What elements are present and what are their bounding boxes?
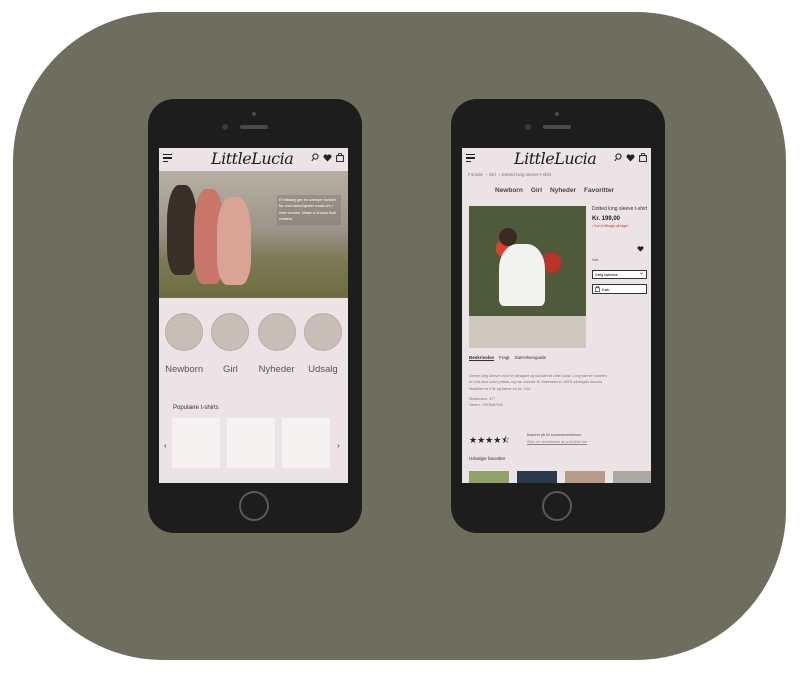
rating-info: Baseret på 54 kundeanmeldelser Skriv en … bbox=[527, 432, 587, 445]
category-image bbox=[257, 313, 296, 351]
stock-status: • Kun 6 tilbage på lager bbox=[592, 223, 629, 228]
tab-description[interactable]: Beskrivelse bbox=[469, 355, 494, 360]
category-nav: Newborn Girl Nyheder Favoritter bbox=[495, 187, 651, 194]
nav-nyheder[interactable]: Nyheder bbox=[550, 187, 576, 194]
home-button bbox=[542, 491, 572, 521]
product-description: Denne long sleeve t-shirt er designet og… bbox=[469, 373, 609, 412]
category-newborn[interactable]: Newborn bbox=[163, 313, 205, 375]
add-to-cart-label: Køb bbox=[602, 286, 610, 292]
add-to-cart-button[interactable]: Køb bbox=[592, 283, 647, 294]
favorite-product[interactable] bbox=[565, 471, 605, 483]
hero-text: Et tidsløg ger en kæmpe forskel for vnd … bbox=[277, 195, 341, 225]
bag-icon bbox=[595, 286, 600, 292]
hero-photo-child bbox=[217, 197, 251, 285]
category-list: Newborn Girl Nyheder Udsalg bbox=[159, 298, 348, 375]
product-info: Dotted long sleeve t-shirt Kr. 199,00 • … bbox=[592, 206, 648, 294]
nav-newborn[interactable]: Newborn bbox=[495, 187, 523, 194]
description-text: Denne long sleeve t-shirt er designet og… bbox=[469, 374, 607, 391]
rating-summary: Baseret på 54 kundeanmeldelser bbox=[527, 433, 582, 437]
size-select[interactable]: Vælg størrelse bbox=[592, 269, 647, 279]
breadcrumb: Forside › Girl › Dotted long sleeve t-shir… bbox=[468, 172, 552, 177]
size-label: Køb bbox=[592, 257, 599, 262]
product-card[interactable] bbox=[172, 418, 220, 468]
favorite-heart-icon[interactable] bbox=[637, 246, 644, 252]
favorites-title: Udvalgte favoritter bbox=[469, 456, 506, 461]
front-sensor bbox=[555, 112, 559, 116]
front-camera bbox=[525, 124, 531, 130]
front-sensor bbox=[252, 112, 256, 116]
home-screen: LittleLucia Et tidsløg ger en kæmpe fors… bbox=[159, 148, 348, 483]
category-label: Nyheder bbox=[258, 364, 295, 375]
search-icon[interactable] bbox=[311, 153, 319, 162]
item-number: Varenr.: 2975487932 bbox=[469, 403, 504, 408]
nav-girl[interactable]: Girl bbox=[531, 187, 542, 194]
heart-icon[interactable] bbox=[626, 153, 635, 162]
product-title: Dotted long sleeve t-shirt bbox=[592, 206, 648, 212]
top-bar: LittleLucia bbox=[462, 148, 651, 171]
hero-banner[interactable]: Et tidsløg ger en kæmpe forskel for vnd … bbox=[159, 171, 348, 298]
carousel-prev-icon[interactable]: ‹ bbox=[164, 441, 167, 450]
product-card[interactable] bbox=[227, 418, 275, 468]
category-image bbox=[211, 313, 250, 351]
product-tabs: Beskrivelse Fragt Størrelsesguide bbox=[469, 355, 546, 360]
breadcrumb-item[interactable]: Forside bbox=[468, 172, 483, 177]
category-nyheder[interactable]: Nyheder bbox=[256, 313, 298, 375]
favorite-product[interactable] bbox=[613, 471, 651, 483]
home-button bbox=[239, 491, 269, 521]
section-title: Populære t-shirts bbox=[173, 405, 219, 411]
phone-mockup-home: LittleLucia Et tidsløg ger en kæmpe fors… bbox=[148, 99, 362, 533]
carousel-next-icon[interactable]: › bbox=[337, 441, 340, 450]
rating-stars: ★★★★⯪ bbox=[469, 435, 510, 445]
background-panel bbox=[13, 12, 786, 660]
category-label: Udsalg bbox=[308, 364, 338, 375]
breadcrumb-item[interactable]: Dotted long sleeve t-shirt bbox=[502, 172, 552, 177]
logo[interactable]: LittleLucia bbox=[211, 149, 294, 168]
category-label: Newborn bbox=[165, 364, 204, 375]
favorite-product[interactable] bbox=[517, 471, 557, 483]
product-screen: LittleLucia Forside › Girl › Dotted long s… bbox=[462, 148, 651, 483]
phone-mockup-product: LittleLucia Forside › Girl › Dotted long s… bbox=[451, 99, 665, 533]
tab-shipping[interactable]: Fragt bbox=[499, 355, 510, 360]
logo[interactable]: LittleLucia bbox=[514, 149, 597, 168]
category-image bbox=[303, 313, 342, 351]
category-label: Girl bbox=[222, 364, 238, 375]
breadcrumb-item[interactable]: Girl bbox=[489, 172, 496, 177]
hero-photo-child bbox=[167, 185, 197, 275]
heart-icon[interactable] bbox=[323, 153, 332, 162]
menu-icon[interactable] bbox=[466, 154, 475, 162]
product-card[interactable] bbox=[282, 418, 330, 468]
product-carousel: ‹ › bbox=[164, 418, 348, 468]
category-girl[interactable]: Girl bbox=[209, 313, 251, 375]
front-camera bbox=[222, 124, 228, 130]
write-review-link[interactable]: Skriv en anmeldelse af produktet her bbox=[527, 440, 587, 444]
menu-icon[interactable] bbox=[163, 154, 172, 162]
favorite-product[interactable] bbox=[469, 471, 509, 483]
earpiece bbox=[543, 125, 571, 129]
earpiece bbox=[240, 125, 268, 129]
favorites-row bbox=[469, 471, 651, 483]
search-icon[interactable] bbox=[614, 153, 622, 162]
nav-favoritter[interactable]: Favoritter bbox=[584, 187, 614, 194]
bag-icon[interactable] bbox=[336, 153, 344, 162]
category-image bbox=[165, 313, 204, 351]
top-bar: LittleLucia bbox=[159, 148, 348, 171]
bag-icon[interactable] bbox=[639, 153, 647, 162]
tab-size-guide[interactable]: Størrelsesguide bbox=[515, 355, 547, 360]
product-price: Kr. 199,00 bbox=[592, 215, 621, 222]
category-udsalg[interactable]: Udsalg bbox=[302, 313, 344, 375]
product-image[interactable] bbox=[469, 206, 586, 348]
